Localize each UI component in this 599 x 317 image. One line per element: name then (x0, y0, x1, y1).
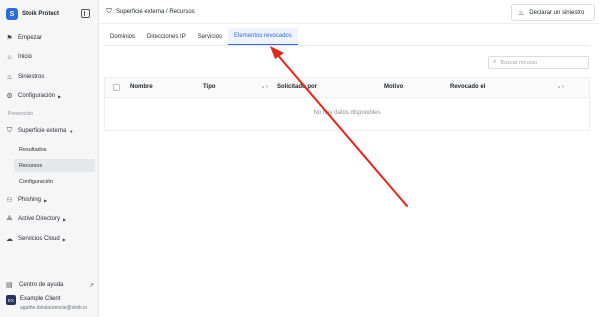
annotation-arrow-icon (270, 46, 408, 207)
